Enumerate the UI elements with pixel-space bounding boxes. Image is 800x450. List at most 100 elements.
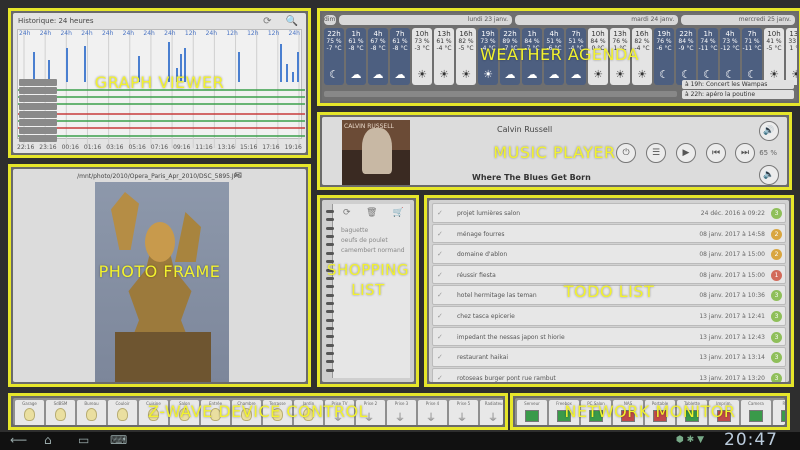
zwave-device-button[interactable]: Jardin (294, 400, 323, 425)
zwave-device-button[interactable]: Salon (170, 400, 199, 425)
check-icon[interactable]: ✓ (437, 230, 443, 238)
zwave-device-button[interactable]: SdBSM (46, 400, 75, 425)
weather-scroll-strip[interactable] (324, 91, 677, 97)
todo-row[interactable]: ✓ ménage fourres 08 janv. 2017 à 14:58 2 (432, 223, 786, 244)
check-icon[interactable]: ✓ (437, 291, 443, 299)
zwave-device-button[interactable]: Prise 5 ⏚ (449, 400, 478, 425)
forecast-cell[interactable]: 13h33 %1 °C☀ (786, 28, 797, 85)
todo-text: impedant the nessas japon st hiorie (457, 333, 565, 341)
agenda-event[interactable]: à 19h: Concert les Wampas (682, 80, 794, 89)
power-button[interactable]: ⏻ (616, 143, 636, 163)
network-host-button[interactable]: Tablette (677, 400, 707, 425)
forecast-cell[interactable]: 4h 67 % -8 °C ☁ (368, 28, 388, 85)
forecast-humidity: 61 % (436, 38, 452, 45)
network-host-button[interactable]: PC Salon (581, 400, 611, 425)
time-tick: 07:16 (150, 144, 169, 151)
refresh-icon[interactable]: ⟳ (263, 16, 271, 27)
plug-icon: ⏚ (395, 413, 405, 424)
shopping-item[interactable]: camembert normand (341, 246, 405, 256)
zwave-device-button[interactable]: Prise 4 ⏚ (418, 400, 447, 425)
zwave-device-button[interactable]: Prise 3 ⏚ (387, 400, 416, 425)
refresh-icon[interactable]: ⟳ (343, 208, 351, 218)
forecast-cell[interactable]: 4h 73 % -12 °C ☾ (720, 28, 740, 85)
forecast-cell[interactable]: 22h 89 % -7 °C ☁ (500, 28, 520, 85)
todo-row[interactable]: ✓ domaine d'ablon 08 janv. 2017 à 15:00 2 (432, 244, 786, 264)
photo-image[interactable] (95, 182, 229, 382)
forecast-cell[interactable]: 1h 61 % -8 °C ☁ (346, 28, 366, 85)
mail-icon[interactable]: ✉ (234, 171, 242, 181)
keyboard-icon[interactable]: ⌨ (110, 433, 127, 447)
forecast-cell[interactable]: 19h 76 % -6 °C ☾ (654, 28, 674, 85)
check-icon[interactable]: ✓ (437, 271, 443, 279)
todo-row[interactable]: ✓ projet lumières salon 24 déc. 2016 à 09:… (432, 203, 786, 223)
forecast-cell[interactable]: 1h 84 % -7 °C ☁ (522, 28, 542, 85)
forecast-cell[interactable]: 4h 51 % -6 °C ☁ (544, 28, 564, 85)
check-icon[interactable]: ✓ (437, 312, 443, 320)
forecast-cell[interactable]: 7h 61 % -8 °C ☁ (390, 28, 410, 85)
forecast-cell[interactable]: 10h 84 % 0 °C ☀ (588, 28, 608, 85)
check-icon[interactable]: ✓ (437, 333, 443, 341)
network-host-button[interactable]: Raspi (773, 400, 785, 425)
zwave-device-button[interactable]: Prise 2 ⏚ (356, 400, 385, 425)
zoom-icon[interactable]: 🔍 (286, 16, 298, 27)
period-tick: 24h (19, 30, 31, 37)
cloud-icon: ☁ (548, 68, 560, 81)
trash-icon[interactable]: 🗑 (366, 208, 377, 218)
time-tick: 01:16 (83, 144, 102, 151)
network-host-button[interactable]: Portable (645, 400, 675, 425)
todo-row[interactable]: ✓ hotel hermitage las teman 08 janv. 2017 … (432, 285, 786, 305)
light-bulb-icon (24, 408, 35, 421)
sensor-label (19, 111, 57, 118)
forecast-cell[interactable]: 16h 82 % -4 °C ☀ (632, 28, 652, 85)
shopping-item[interactable]: baguette (341, 226, 405, 236)
recent-apps-icon[interactable]: ▭ (78, 433, 89, 447)
shopping-item[interactable]: oeufs de poulet (341, 236, 405, 246)
cart-icon[interactable]: 🛒 (393, 208, 404, 218)
forecast-hour: 13h (437, 30, 451, 38)
forecast-cell[interactable]: 13h 76 % 1 °C ☀ (610, 28, 630, 85)
play-button[interactable]: ▶ (676, 143, 696, 163)
zwave-device-button[interactable]: Prise TV ⏚ (325, 400, 354, 425)
network-host-button[interactable]: Imprim. (709, 400, 739, 425)
playlist-button[interactable]: ☰ (646, 143, 666, 163)
forecast-cell[interactable]: 16h 82 % -5 °C ☀ (456, 28, 476, 85)
network-host-button[interactable]: Serveur (517, 400, 547, 425)
network-host-button[interactable]: Freebox (549, 400, 579, 425)
zwave-device-button[interactable]: Bureau (77, 400, 106, 425)
back-icon[interactable]: ⟵ (10, 433, 27, 447)
agenda-event[interactable]: à 22h: apéro la poutine (682, 90, 794, 99)
network-host-button[interactable]: NAS (613, 400, 643, 425)
check-icon[interactable]: ✓ (437, 209, 443, 217)
forecast-cell[interactable]: 19h 73 % -4 °C ☀ (478, 28, 498, 85)
zwave-device-button[interactable]: Entrée (201, 400, 230, 425)
forecast-cell[interactable]: 10h 41 % -5 °C ☀ (764, 28, 784, 85)
forecast-cell[interactable]: 22h 75 % -7 °C ☾ (324, 28, 344, 85)
forecast-cell[interactable]: 10h 73 % -3 °C ☀ (412, 28, 432, 85)
todo-row[interactable]: ✓ réussir fiesta 08 janv. 2017 à 15:00 1 (432, 264, 786, 285)
zwave-device-button[interactable]: Terrasse (263, 400, 292, 425)
music-player-widget: CALVIN RUSSELL Calvin Russell Where The … (317, 112, 792, 190)
check-icon[interactable]: ✓ (437, 353, 443, 361)
next-button[interactable]: ⏭ (735, 143, 755, 163)
todo-row[interactable]: ✓ rotoseas burger pont rue rambut 13 janv.… (432, 367, 786, 382)
home-icon[interactable]: ⌂ (44, 433, 52, 447)
zwave-device-button[interactable]: Garage (15, 400, 44, 425)
todo-row[interactable]: ✓ restaurant haikai 13 janv. 2017 à 13:14 3 (432, 347, 786, 367)
check-icon[interactable]: ✓ (437, 374, 443, 382)
zwave-device-button[interactable]: Couloir (108, 400, 137, 425)
zwave-device-button[interactable]: Radiateur ⏚ (480, 400, 503, 425)
check-icon[interactable]: ✓ (437, 250, 443, 258)
forecast-cell[interactable]: 22h 84 % -9 °C ☾ (676, 28, 696, 85)
todo-row[interactable]: ✓ chez tasca epicerie 13 janv. 2017 à 12:4… (432, 305, 786, 326)
forecast-cell[interactable]: 13h 61 % -4 °C ☀ (434, 28, 454, 85)
volume-down-button[interactable]: 🔈 (759, 165, 779, 185)
forecast-cell[interactable]: 7h 51 % -4 °C ☁ (566, 28, 586, 85)
forecast-cell[interactable]: 1h 74 % -11 °C ☾ (698, 28, 718, 85)
forecast-cell[interactable]: 7h 71 % -11 °C ☾ (742, 28, 762, 85)
network-host-button[interactable]: Camera (741, 400, 771, 425)
zwave-device-button[interactable]: Cuisine (139, 400, 168, 425)
todo-row[interactable]: ✓ impedant the nessas japon st hiorie 13 j… (432, 326, 786, 347)
zwave-device-button[interactable]: Chambre (232, 400, 261, 425)
previous-button[interactable]: ⏮ (706, 143, 726, 163)
volume-up-button[interactable]: 🔊 (759, 121, 779, 141)
